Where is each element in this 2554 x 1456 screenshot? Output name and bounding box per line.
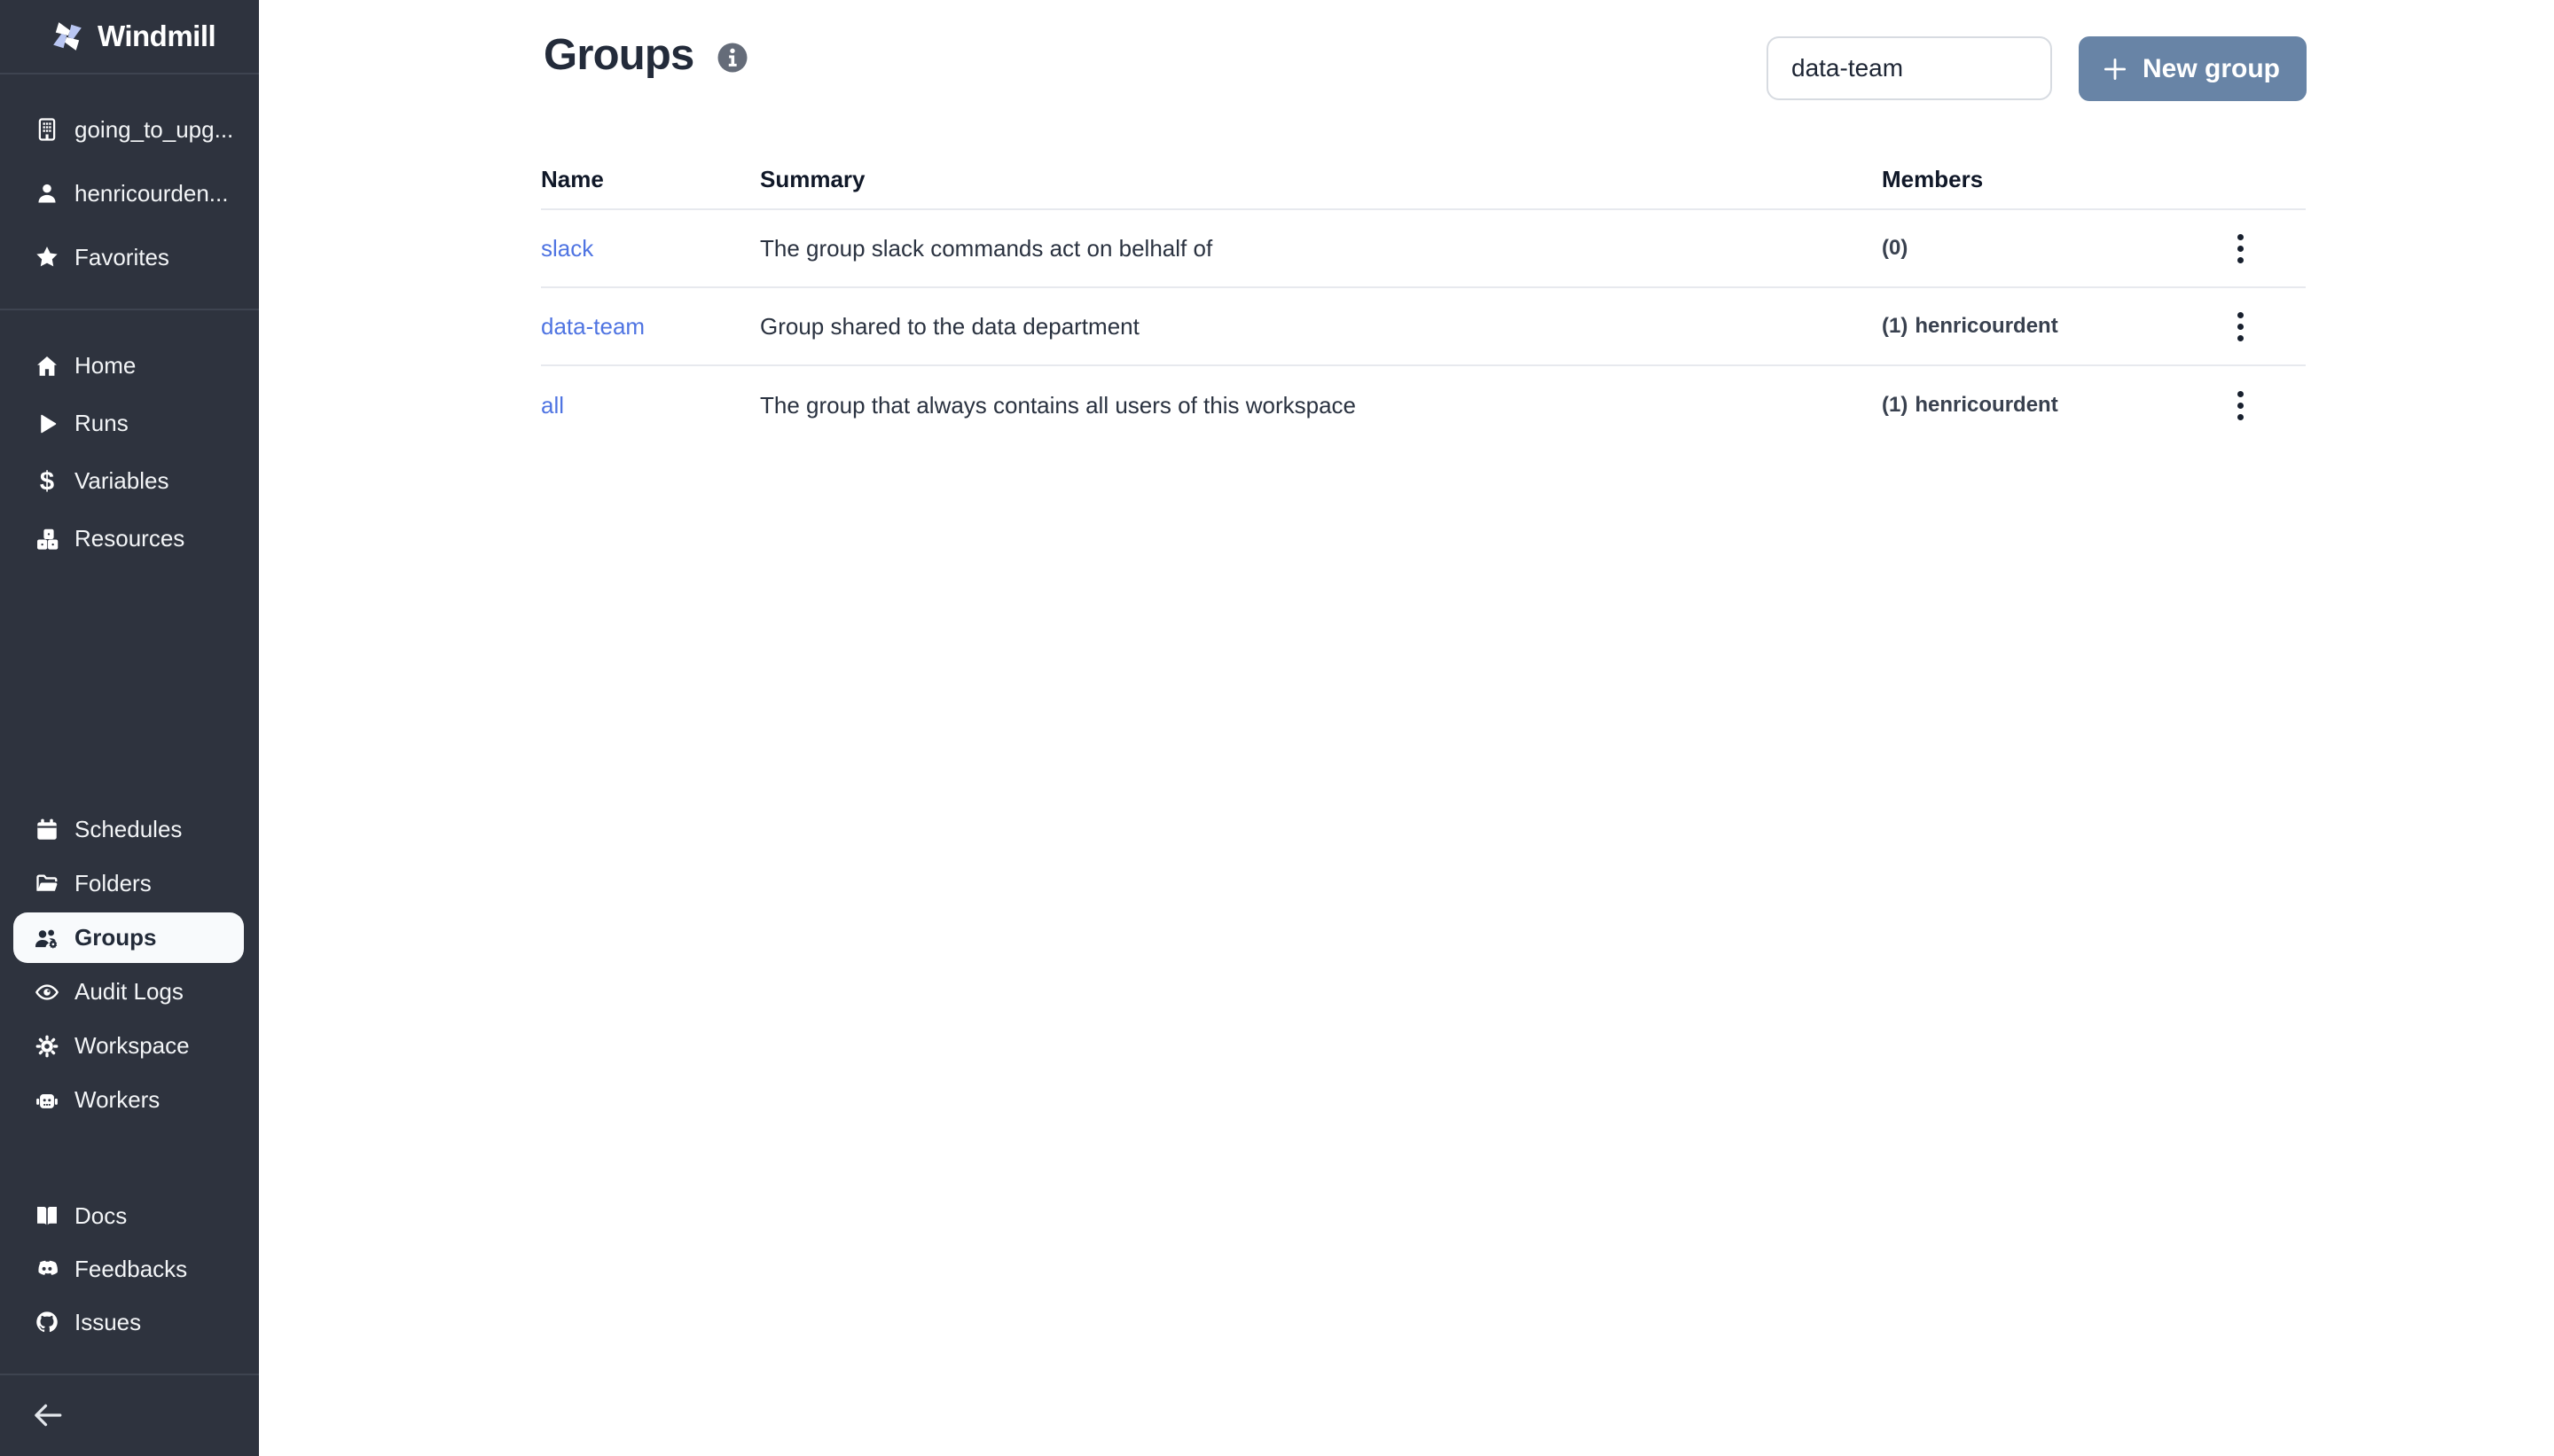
group-link[interactable]: all bbox=[541, 392, 564, 419]
main-content: Groups New group bbox=[259, 0, 2554, 1456]
group-members: (0) bbox=[1882, 236, 2174, 261]
user-group-gear-icon bbox=[34, 925, 60, 951]
workspace-label: going_to_upg... bbox=[74, 116, 233, 144]
star-icon bbox=[34, 244, 60, 270]
windmill-pinwheel-icon bbox=[48, 17, 87, 56]
page-header: Groups bbox=[544, 30, 748, 80]
table-row: data-team Group shared to the data depar… bbox=[541, 288, 2306, 366]
group-summary: Group shared to the data department bbox=[760, 313, 1882, 341]
play-icon bbox=[34, 411, 60, 437]
sidebar-item-workers[interactable]: Workers bbox=[0, 1073, 259, 1127]
folder-open-icon bbox=[34, 871, 60, 897]
nav-label: Resources bbox=[74, 525, 184, 552]
group-link[interactable]: data-team bbox=[541, 313, 645, 340]
robot-icon bbox=[34, 1087, 60, 1114]
gear-icon bbox=[34, 1033, 60, 1060]
github-icon bbox=[34, 1309, 60, 1335]
nav-label: Docs bbox=[74, 1202, 127, 1230]
sidebar-item-home[interactable]: Home bbox=[0, 337, 259, 395]
cubes-icon bbox=[34, 526, 60, 552]
info-icon[interactable] bbox=[717, 42, 748, 74]
calendar-icon bbox=[34, 817, 60, 843]
windmill-groups-page: Windmill going_to_upg... bbox=[0, 0, 2554, 1456]
row-menu-button[interactable] bbox=[2225, 225, 2256, 272]
discord-icon bbox=[34, 1256, 60, 1282]
sidebar-item-feedbacks[interactable]: Feedbacks bbox=[0, 1242, 259, 1296]
sidebar-item-issues[interactable]: Issues bbox=[0, 1296, 259, 1349]
home-icon bbox=[34, 353, 60, 380]
sidebar-footer-nav: Docs Feedbacks Issues bbox=[0, 1189, 259, 1349]
building-icon bbox=[34, 116, 60, 143]
row-menu-button[interactable] bbox=[2225, 303, 2256, 350]
eye-icon bbox=[34, 979, 60, 1006]
arrow-left-icon bbox=[30, 1397, 66, 1437]
new-group-button[interactable]: New group bbox=[2079, 36, 2307, 101]
table-header-row: Name Summary Members bbox=[541, 150, 2306, 210]
user-icon bbox=[34, 180, 60, 207]
group-search-input[interactable] bbox=[1767, 36, 2052, 100]
sidebar-divider bbox=[0, 73, 259, 74]
group-members: (1) henricourdent bbox=[1882, 314, 2174, 339]
members-names: henricourdent bbox=[1915, 314, 2057, 338]
sidebar-divider bbox=[0, 309, 259, 310]
workspace-switcher[interactable]: going_to_upg... bbox=[0, 98, 259, 161]
sidebar-item-folders[interactable]: Folders bbox=[0, 857, 259, 911]
nav-label: Runs bbox=[74, 410, 129, 437]
group-summary: The group slack commands act on belhalf … bbox=[760, 235, 1882, 262]
svg-text:$: $ bbox=[40, 469, 54, 494]
column-header-summary: Summary bbox=[760, 166, 1882, 193]
sidebar-context-section: going_to_upg... henricourden... Favor bbox=[0, 98, 259, 289]
sidebar-item-audit-logs[interactable]: Audit Logs bbox=[0, 965, 259, 1019]
nav-label: Groups bbox=[74, 924, 156, 951]
group-members: (1) henricourdent bbox=[1882, 393, 2174, 418]
book-icon bbox=[34, 1202, 60, 1229]
nav-label: Feedbacks bbox=[74, 1256, 187, 1283]
sidebar-admin-nav: Schedules Folders bbox=[0, 802, 259, 1127]
sidebar-item-docs[interactable]: Docs bbox=[0, 1189, 259, 1242]
row-menu-button[interactable] bbox=[2225, 382, 2256, 429]
dollar-icon: $ bbox=[34, 468, 60, 495]
brand-name: Windmill bbox=[98, 20, 215, 53]
nav-label: Workers bbox=[74, 1086, 160, 1114]
sidebar-item-workspace[interactable]: Workspace bbox=[0, 1019, 259, 1073]
members-count: (1) bbox=[1882, 314, 1908, 338]
sidebar-item-favorites[interactable]: Favorites bbox=[0, 225, 259, 289]
column-header-members: Members bbox=[1882, 166, 2174, 193]
favorites-label: Favorites bbox=[74, 244, 169, 271]
sidebar-item-resources[interactable]: Resources bbox=[0, 510, 259, 568]
nav-label: Folders bbox=[74, 870, 152, 897]
table-row: slack The group slack commands act on be… bbox=[541, 210, 2306, 288]
nav-label: Schedules bbox=[74, 816, 182, 843]
members-names: henricourdent bbox=[1915, 393, 2057, 417]
user-menu[interactable]: henricourden... bbox=[0, 161, 259, 225]
sidebar-main-nav: Home Runs $ Variables bbox=[0, 337, 259, 568]
column-header-name: Name bbox=[541, 166, 760, 193]
nav-label: Workspace bbox=[74, 1032, 190, 1060]
header-controls: New group bbox=[1767, 36, 2307, 101]
nav-label: Variables bbox=[74, 467, 168, 495]
sidebar-collapse-row bbox=[0, 1386, 259, 1448]
nav-label: Audit Logs bbox=[74, 978, 184, 1006]
sidebar-item-runs[interactable]: Runs bbox=[0, 395, 259, 452]
group-summary: The group that always contains all users… bbox=[760, 392, 1882, 419]
sidebar-divider bbox=[0, 1374, 259, 1375]
sidebar-item-schedules[interactable]: Schedules bbox=[0, 802, 259, 857]
new-group-label: New group bbox=[2143, 54, 2280, 84]
sidebar: Windmill going_to_upg... bbox=[0, 0, 259, 1456]
nav-label: Issues bbox=[74, 1309, 141, 1336]
group-link[interactable]: slack bbox=[541, 235, 593, 262]
members-count: (0) bbox=[1882, 236, 1908, 260]
sidebar-item-groups[interactable]: Groups bbox=[13, 912, 244, 963]
user-label: henricourden... bbox=[74, 180, 228, 207]
nav-label: Home bbox=[74, 352, 136, 380]
table-row: all The group that always contains all u… bbox=[541, 366, 2306, 444]
members-count: (1) bbox=[1882, 393, 1908, 417]
brand-logo[interactable]: Windmill bbox=[0, 0, 259, 73]
groups-table: Name Summary Members slack The group sla… bbox=[541, 150, 2306, 444]
collapse-sidebar-button[interactable] bbox=[30, 1397, 66, 1437]
page-title: Groups bbox=[544, 30, 693, 80]
sidebar-item-variables[interactable]: $ Variables bbox=[0, 452, 259, 510]
plus-icon bbox=[2100, 54, 2130, 84]
